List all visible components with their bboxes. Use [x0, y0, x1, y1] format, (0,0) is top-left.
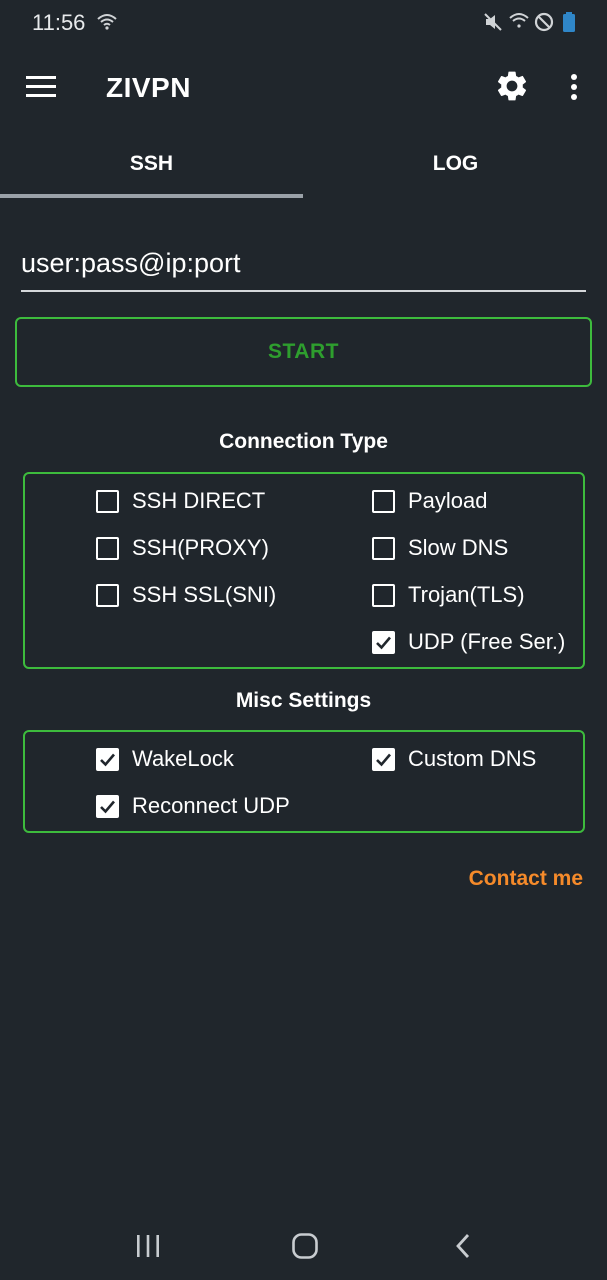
checkbox-wakelock[interactable]: WakeLock: [96, 746, 234, 772]
checkbox-box: [372, 747, 395, 771]
checkbox-slow-dns[interactable]: Slow DNS: [372, 535, 508, 561]
mute-icon: [482, 11, 504, 38]
checkbox-label: Trojan(TLS): [408, 582, 525, 607]
checkbox-box: [96, 489, 119, 513]
tab-ssh[interactable]: SSH: [0, 130, 303, 198]
app-title: ZIVPN: [106, 72, 191, 103]
checkbox-udp-free-server[interactable]: UDP (Free Ser.): [372, 629, 565, 655]
checkbox-ssh-proxy[interactable]: SSH(PROXY): [96, 535, 269, 561]
do-not-disturb-icon: [533, 11, 555, 38]
checkbox-label: SSH(PROXY): [132, 535, 269, 560]
checkbox-box: [372, 489, 395, 513]
checkbox-ssh-direct[interactable]: SSH DIRECT: [96, 488, 265, 514]
checkbox-box: [96, 583, 119, 607]
checkbox-label: SSH DIRECT: [132, 488, 266, 513]
checkbox-custom-dns[interactable]: Custom DNS: [372, 746, 536, 772]
checkbox-reconnect-udp[interactable]: Reconnect UDP: [96, 793, 290, 819]
checkbox-box: [96, 536, 119, 560]
connection-type-box: SSH DIRECT Payload SSH(PROXY) Slow DNS S…: [23, 472, 585, 669]
tab-indicator: [0, 194, 303, 198]
checkbox-ssh-ssl-sni[interactable]: SSH SSL(SNI): [96, 582, 276, 608]
tab-log[interactable]: LOG: [304, 130, 607, 198]
back-icon[interactable]: [440, 1226, 488, 1266]
server-input-container: [21, 238, 586, 292]
more-vertical-icon[interactable]: [558, 68, 590, 106]
app-bar: ZIVPN: [0, 46, 607, 130]
tab-bar: SSH LOG: [0, 130, 607, 200]
checkbox-box: [96, 747, 119, 771]
start-button[interactable]: START: [15, 317, 592, 387]
checkbox-label: Custom DNS: [408, 746, 537, 771]
checkbox-label: WakeLock: [132, 746, 234, 771]
settings-gear-icon[interactable]: [494, 68, 530, 106]
misc-settings-title: Misc Settings: [235, 689, 372, 712]
connection-type-title: Connection Type: [219, 430, 388, 453]
checkbox-trojan-tls[interactable]: Trojan(TLS): [372, 582, 525, 608]
checkbox-payload[interactable]: Payload: [372, 488, 488, 514]
server-input[interactable]: [21, 238, 586, 288]
contact-me-link[interactable]: Contact me: [469, 867, 583, 891]
system-nav-bar: [0, 1210, 607, 1280]
checkbox-label: Reconnect UDP: [132, 793, 290, 818]
status-time: 11:56: [32, 10, 86, 35]
misc-settings-box: WakeLock Custom DNS Reconnect UDP: [23, 730, 585, 833]
checkbox-box: [96, 794, 119, 818]
checkbox-box: [372, 536, 395, 560]
home-icon[interactable]: [281, 1226, 329, 1266]
checkbox-label: Slow DNS: [408, 535, 509, 560]
wifi-icon: [96, 12, 118, 37]
checkbox-box: [372, 583, 395, 607]
checkbox-label: SSH SSL(SNI): [132, 582, 277, 607]
checkbox-box: [372, 630, 395, 654]
recents-icon[interactable]: [124, 1226, 172, 1266]
checkbox-label: UDP (Free Ser.): [408, 629, 566, 654]
menu-icon[interactable]: [22, 68, 60, 106]
checkbox-label: Payload: [408, 488, 488, 513]
wifi-signal-icon: [508, 11, 530, 36]
status-bar: 11:56: [0, 0, 607, 46]
battery-icon: [562, 11, 576, 38]
